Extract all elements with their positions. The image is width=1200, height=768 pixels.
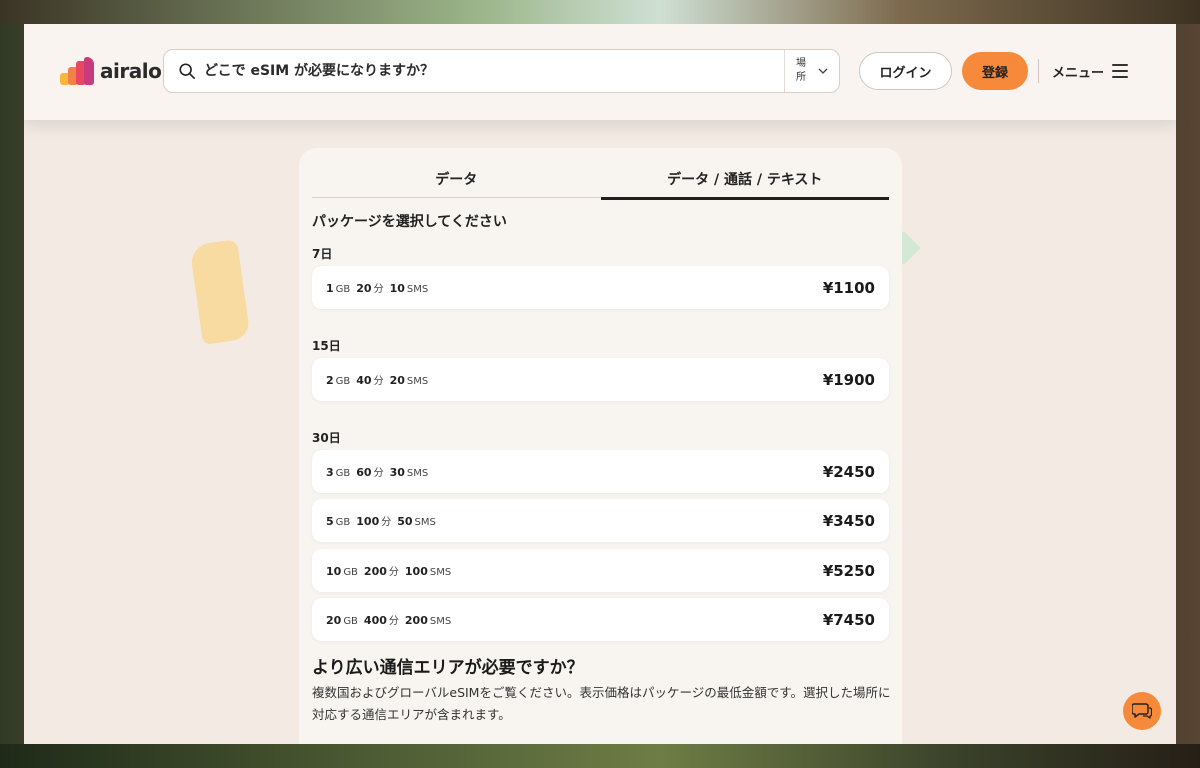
search-bar[interactable]: 場所	[163, 49, 840, 93]
plan-price: ¥7450	[822, 610, 875, 629]
plan-price: ¥1100	[822, 278, 875, 297]
menu-label: メニュー	[1052, 65, 1105, 81]
plan-specs: 2 GB 40 分 20 SMS	[326, 374, 429, 387]
logo-text: airalo	[100, 59, 162, 83]
wider-coverage-title: より広い通信エリアが必要ですか？	[312, 658, 584, 678]
group-label-7-days: 7日	[312, 247, 333, 261]
wider-coverage-description: 複数国およびグローバルeSIMをご覧ください。表示価格はパッケージの最低金額です…	[312, 685, 891, 722]
logo-mark-icon	[60, 57, 96, 85]
plan-card[interactable]: 3 GB 60 分 30 SMS ¥2450	[312, 450, 889, 493]
plan-card[interactable]: 20 GB 400 分 200 SMS ¥7450	[312, 598, 889, 641]
location-label: 場所	[796, 58, 806, 83]
search-input[interactable]	[204, 63, 764, 79]
menu-button[interactable]: メニュー	[1052, 60, 1129, 82]
chevron-down-icon	[818, 68, 828, 74]
package-panel: データ データ / 通話 / テキスト パッケージを選択してください 7日 1G…	[299, 148, 902, 744]
group-label-30-days: 30日	[312, 431, 341, 445]
select-package-title: パッケージを選択してください	[312, 214, 507, 230]
group-label-15-days: 15日	[312, 339, 341, 353]
search-icon	[179, 63, 196, 80]
plan-specs: 1 GB 20 分 10 SMS	[326, 282, 429, 295]
background-forest-bottom	[0, 744, 1200, 768]
signup-button[interactable]: 登録	[962, 52, 1028, 90]
location-select[interactable]: 場所	[794, 56, 838, 86]
plan-card[interactable]: 1 GB 20 分 10 SMS ¥1100	[312, 266, 889, 309]
decorative-shape-yellow	[189, 239, 251, 345]
header-divider	[1038, 59, 1039, 83]
search-divider	[784, 50, 785, 92]
plan-price: ¥1900	[822, 370, 875, 389]
package-tabs: データ データ / 通話 / テキスト	[312, 162, 890, 200]
background-forest-top	[0, 0, 1200, 24]
plan-card[interactable]: 10 GB 200 分 100 SMS ¥5250	[312, 549, 889, 592]
plan-card[interactable]: 5 GB 100 分 50 SMS ¥3450	[312, 499, 889, 542]
plan-price: ¥2450	[822, 462, 875, 481]
plan-specs: 5 GB 100 分 50 SMS	[326, 515, 436, 528]
chat-icon	[1132, 703, 1152, 719]
plan-specs: 3 GB 60 分 30 SMS	[326, 466, 429, 479]
hamburger-icon	[1112, 64, 1129, 78]
site-header: airalo 場所 ログイン 登録 メニュー	[24, 24, 1176, 120]
tab-data-voice-text[interactable]: データ / 通話 / テキスト	[600, 162, 890, 200]
plan-specs: 20 GB 400 分 200 SMS	[326, 614, 452, 627]
plan-price: ¥5250	[822, 561, 875, 580]
chat-support-button[interactable]	[1123, 692, 1161, 730]
browser-window: airalo 場所 ログイン 登録 メニュー デー	[24, 24, 1176, 744]
tab-data[interactable]: データ	[312, 162, 601, 198]
airalo-logo[interactable]: airalo	[60, 56, 162, 86]
login-button[interactable]: ログイン	[859, 52, 952, 90]
plan-specs: 10 GB 200 分 100 SMS	[326, 565, 452, 578]
plan-price: ¥3450	[822, 511, 875, 530]
plan-card[interactable]: 2 GB 40 分 20 SMS ¥1900	[312, 358, 889, 401]
